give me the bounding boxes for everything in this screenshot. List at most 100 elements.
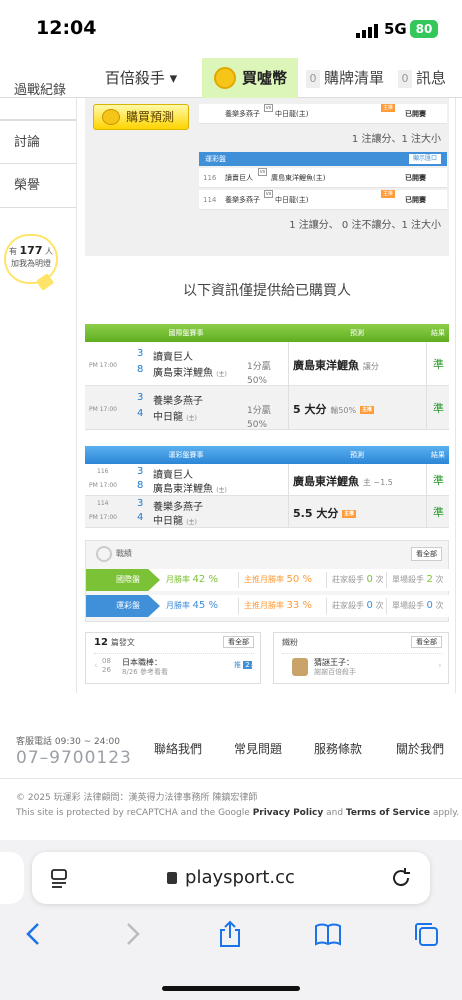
buy-coin-label: 買噓幣 [242,69,288,87]
posts-header: 12 篇發文 [94,637,135,648]
sidebar: 過戰紀錄 討論 榮譽 有 177 人 加我為明燈 [0,83,76,698]
sidebar-item-discussion[interactable]: 討論 [0,120,76,164]
team-away: 廣島東洋鯉魚(主) [271,174,326,182]
result-badge: 準 [433,506,444,519]
intl-table: 國際盤賽事 預測 結果 PM 17:00 3 讀賣巨人 8 廣島東洋鯉魚 (主)… [85,324,449,430]
fans-view-all-button[interactable]: 看全部 [411,636,442,648]
follower-count: 177 [19,244,43,257]
bulb-unit: 人 [45,247,54,256]
link-about[interactable]: 關於我們 [396,740,444,757]
game-number: 116 [97,468,109,475]
fan-message: 謝謝百倍殺手 [314,668,356,676]
score-away: 3 [137,392,144,403]
table-row: 116 PM 17:00 3 讀賣巨人 8 廣島東洋鯉魚 (主) 廣島東洋鯉魚 … [85,464,449,496]
back-icon[interactable] [20,920,48,948]
buy-coin-tab[interactable]: 買噓幣 [202,58,298,98]
team-home: 中日龍 (主) [153,516,197,527]
fans-widget: 鐵粉 看全部 猜謎王子： 謝謝百倍殺手 › [273,632,449,684]
list-item[interactable]: ‹ 08 26 日本職棒： 8/26 參考看看 推 2 › [94,653,254,679]
posts-widget: 12 篇發文 看全部 ‹ 08 26 日本職棒： 8/26 參考看看 推 2 › [85,632,261,684]
show-odds-button[interactable]: 顯示匯口 [408,154,441,164]
odds-text: 1分贏 50% [247,406,271,430]
odds-text: 1分贏 50% [247,362,271,386]
team-home: 中日龍 (主) [153,412,197,423]
bulb-caption: 加我為明燈 [11,259,51,268]
tab-messages[interactable]: 0 訊息 [398,58,446,98]
tag-icon: 主推 [381,104,395,112]
chevron-right-icon[interactable]: › [438,661,442,671]
lottery-table: 運彩盤賽事 預測 結果 116 PM 17:00 3 讀賣巨人 8 廣島東洋鯉魚… [85,446,449,528]
copyright: © 2025 玩運彩 法律顧問：漢英得力法律事務所 陳鎮宏律師 [16,793,258,803]
team-away: 讀賣巨人 [153,352,193,363]
lottery-header-label: 運彩盤 [205,155,226,163]
tab-purchase-list[interactable]: 0 購牌清單 [306,58,384,98]
stats-label: 運彩盤 [86,595,160,617]
list-item: 養樂多燕子 vs 中日龍(主) 主推 已開賽 [199,104,447,124]
post-date: 08 26 [102,657,111,674]
battery-icon: 80 [410,20,438,38]
bookmarks-icon[interactable] [314,920,342,948]
forward-icon[interactable] [118,920,146,948]
stats-row-lottery: 運彩盤 月勝率 45 % 主推月勝率 33 % 莊家殺手 0 次 單場殺手 0 … [86,595,450,617]
posts-view-all-button[interactable]: 看全部 [223,636,254,648]
summary-text: 1 注讓分、 0 注不讓分、1 注大小 [289,220,441,231]
stats-view-all-button[interactable]: 看全部 [411,547,442,561]
score-away: 3 [137,498,144,509]
team-home: 廣島東洋鯉魚 (主) [153,368,227,379]
share-icon[interactable] [216,920,244,948]
list-item: 116 讀賣巨人 vs 廣島東洋鯉魚(主) 已開賽 [199,168,447,188]
reload-icon[interactable] [390,867,412,889]
terms-of-service-link[interactable]: Terms of Service [346,808,430,818]
vs-icon: vs [264,104,273,112]
prediction-pick: 廣島東洋鯉魚 主 −1.5 [293,475,393,488]
brand-dropdown[interactable]: 百倍殺手 ▾ [92,58,190,98]
team-away: 中日龍(主) [275,196,309,204]
score-home: 8 [137,480,144,491]
buy-prediction-button[interactable]: 購買預測 [93,104,189,130]
message-count: 0 [398,70,412,88]
divider [0,778,462,779]
link-contact[interactable]: 聯絡我們 [154,740,202,757]
previous-tab-preview[interactable] [0,852,24,904]
stats-row-intl: 國際盤 月勝率 42 % 主推月勝率 50 % 莊家殺手 0 次 單場殺手 2 … [86,569,450,591]
table-row: PM 17:00 3 讀賣巨人 8 廣島東洋鯉魚 (主) 1分贏 50% 廣島東洋… [85,342,449,386]
service-hours: 客服電話 09:30 ~ 24:00 [16,737,120,747]
table-row: 114 PM 17:00 3 養樂多燕子 4 中日龍 (主) 5.5 大分 主推… [85,496,449,528]
vs-icon: vs [264,190,273,198]
score-away: 3 [137,466,144,477]
chevron-right-icon[interactable]: › [250,661,254,671]
privacy-policy-link[interactable]: Privacy Policy [253,808,324,818]
score-home: 8 [137,364,144,375]
team-home: 養樂多燕子 [225,110,260,118]
sidebar-item-record[interactable]: 過戰紀錄 [0,76,76,120]
bulb-pre: 有 [8,247,17,256]
game-time: PM 17:00 [89,482,117,489]
team-away: 養樂多燕子 [153,396,203,407]
record-stats: 戰績 看全部 國際盤 月勝率 42 % 主推月勝率 50 % 莊家殺手 0 次 … [85,540,450,622]
clock: 12:04 [36,17,97,39]
col-games: 運彩盤賽事 [168,451,204,459]
game-time: PM 17:00 [89,406,117,413]
team-home: 廣島東洋鯉魚 (主) [153,484,227,495]
link-terms[interactable]: 服務條款 [314,740,362,757]
list-item[interactable]: 猜謎王子： 謝謝百倍殺手 › [282,653,442,679]
status-badge: 已開賽 [405,174,426,182]
score-home: 4 [137,512,144,523]
tag-icon: 主推 [342,510,357,518]
post-subtitle: 8/26 參考看看 [122,668,168,676]
prediction-pick: 5 大分 輸50% 主推 [293,403,374,416]
game-number: 114 [97,500,109,507]
sidebar-item-honor[interactable]: 榮譽 [0,164,76,208]
stats-title: 戰績 [116,549,132,558]
lottery-header: 運彩盤 顯示匯口 [199,152,447,166]
prediction-pick: 5.5 大分 主推 [293,507,357,520]
summary-text: 1 注讓分、1 注大小 [351,134,441,145]
stats-label: 國際盤 [86,569,160,591]
browser-toolbar: playsport.cc [0,840,462,1000]
team-away: 中日龍(主) [275,110,309,118]
chevron-left-icon[interactable]: ‹ [94,661,98,671]
tabs-icon[interactable] [412,920,440,948]
link-faq[interactable]: 常見問題 [234,740,282,757]
service-phone[interactable]: 07–9700123 [16,748,132,768]
address-bar[interactable]: playsport.cc [32,852,430,904]
